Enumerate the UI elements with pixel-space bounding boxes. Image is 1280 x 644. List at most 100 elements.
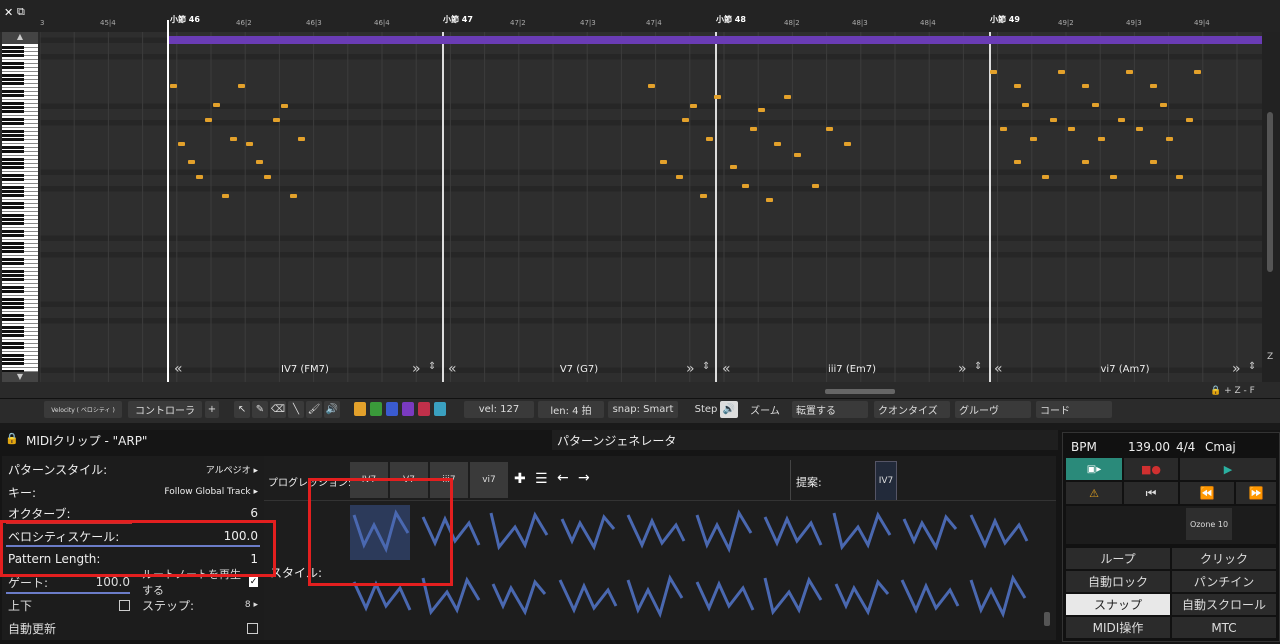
restore-icon[interactable]: ⧉	[17, 5, 25, 19]
style-pattern-icon[interactable]	[489, 570, 549, 620]
scroll-up-icon[interactable]: ▲	[2, 32, 38, 44]
midi-note[interactable]	[844, 142, 851, 146]
midi-note[interactable]	[1186, 118, 1193, 122]
style-pattern-icon[interactable]	[695, 570, 755, 620]
midi-note[interactable]	[794, 153, 801, 157]
playhead[interactable]	[167, 20, 169, 382]
color-swatch[interactable]	[370, 402, 382, 416]
steps-value[interactable]: 8 ▸	[245, 600, 258, 610]
zoom-controls[interactable]: 🔒 + Z - F	[1210, 386, 1255, 396]
punch-in-button[interactable]: パンチイン	[1172, 571, 1276, 592]
step-speaker-icon[interactable]: 🔊	[720, 401, 738, 418]
brush-tool-icon[interactable]: 🖌	[306, 401, 322, 418]
chevron-left-icon[interactable]: «	[994, 361, 1003, 377]
chevron-updown-icon[interactable]: ⇕	[428, 361, 436, 372]
style-pattern-icon[interactable]	[832, 505, 892, 555]
midi-note[interactable]	[273, 118, 280, 122]
rewind-icon[interactable]: ⏪	[1180, 482, 1234, 504]
style-pattern-icon[interactable]	[969, 505, 1029, 555]
midi-note[interactable]	[222, 194, 229, 198]
midi-note[interactable]	[205, 118, 212, 122]
midi-note[interactable]	[1058, 70, 1065, 74]
close-icon[interactable]: ✕	[4, 6, 13, 19]
updown-checkbox[interactable]	[119, 599, 130, 611]
arrow-right-icon[interactable]: →	[578, 470, 590, 486]
chord-segment[interactable]: IV7 (FM7)	[188, 358, 422, 380]
midi-note[interactable]	[1098, 137, 1105, 141]
midi-note[interactable]	[1082, 84, 1089, 88]
snap-field[interactable]: snap: Smart	[608, 401, 678, 418]
midi-note[interactable]	[1000, 127, 1007, 131]
midi-note[interactable]	[1118, 118, 1125, 122]
arrow-left-icon[interactable]: ←	[557, 470, 569, 486]
line-tool-icon[interactable]: ╲	[288, 401, 304, 418]
velocity-lane-button[interactable]: Velocity ( ベロシティ )	[44, 401, 122, 418]
midi-note[interactable]	[706, 137, 713, 141]
chevron-left-icon[interactable]: «	[448, 361, 457, 377]
midi-note[interactable]	[1150, 160, 1157, 164]
midi-note[interactable]	[1110, 175, 1117, 179]
scroll-down-icon[interactable]: ▼	[2, 372, 38, 382]
midi-note[interactable]	[238, 84, 245, 88]
chevron-updown-icon[interactable]: ⇕	[974, 361, 982, 372]
midi-note[interactable]	[1194, 70, 1201, 74]
midi-note[interactable]	[774, 142, 781, 146]
color-swatch[interactable]	[434, 402, 446, 416]
time-signature[interactable]: 4/4	[1176, 440, 1195, 454]
chevron-right-icon[interactable]: »	[686, 361, 695, 377]
color-swatch[interactable]	[354, 402, 366, 416]
chevron-left-icon[interactable]: «	[174, 361, 183, 377]
midi-note[interactable]	[758, 108, 765, 112]
midi-note[interactable]	[1150, 84, 1157, 88]
color-swatch[interactable]	[402, 402, 414, 416]
style-pattern-icon[interactable]	[763, 505, 823, 555]
chord-segment[interactable]: vi7 (Am7)	[1008, 358, 1242, 380]
root-note-checkbox[interactable]: ✓	[249, 577, 258, 587]
controller-dropdown[interactable]: コントローラ	[128, 401, 202, 418]
chevron-updown-icon[interactable]: ⇕	[702, 361, 710, 372]
chevron-left-icon[interactable]: «	[722, 361, 731, 377]
midi-note[interactable]	[298, 137, 305, 141]
warning-icon[interactable]: ⚠	[1066, 482, 1122, 504]
midi-note[interactable]	[178, 142, 185, 146]
midi-note[interactable]	[682, 118, 689, 122]
eraser-tool-icon[interactable]: ⌫	[270, 401, 286, 418]
generator-scrollbar[interactable]	[1044, 612, 1050, 626]
click-button[interactable]: クリック	[1172, 548, 1276, 569]
menu-icon[interactable]: ☰	[535, 471, 548, 487]
midi-note[interactable]	[766, 198, 773, 202]
midi-note[interactable]	[1166, 137, 1173, 141]
chevron-right-icon[interactable]: »	[1232, 361, 1241, 377]
style-pattern-icon[interactable]	[900, 505, 960, 555]
midi-note[interactable]	[1042, 175, 1049, 179]
style-pattern-icon[interactable]	[489, 505, 549, 555]
midi-note[interactable]	[230, 137, 237, 141]
style-pattern-icon[interactable]	[695, 505, 755, 555]
record-button[interactable]: ■●	[1124, 458, 1178, 480]
suggest-chord-button[interactable]: IV7	[875, 461, 897, 501]
style-pattern-icon[interactable]	[626, 505, 686, 555]
octave-value[interactable]: 6	[250, 506, 258, 520]
midi-note[interactable]	[812, 184, 819, 188]
midi-note[interactable]	[1082, 160, 1089, 164]
midi-note[interactable]	[246, 142, 253, 146]
progression-chord-button[interactable]: vi7	[470, 462, 508, 498]
auto-scroll-button[interactable]: 自動スクロール	[1172, 594, 1276, 615]
midi-note[interactable]	[264, 175, 271, 179]
play-button[interactable]: ▶	[1180, 458, 1276, 480]
midi-note[interactable]	[660, 160, 667, 164]
midi-note[interactable]	[700, 194, 707, 198]
midi-note[interactable]	[1014, 84, 1021, 88]
midi-note[interactable]	[742, 184, 749, 188]
color-swatch[interactable]	[386, 402, 398, 416]
midi-note[interactable]	[281, 104, 288, 108]
clip-region-bar[interactable]	[168, 36, 1262, 44]
midi-note[interactable]	[1014, 160, 1021, 164]
loop-button[interactable]: ループ	[1066, 548, 1170, 569]
add-lane-button[interactable]: +	[205, 401, 219, 418]
mtc-button[interactable]: MTC	[1172, 617, 1276, 638]
pattern-style-row[interactable]: パターンスタイル: アルペジオ ▸	[4, 458, 262, 480]
chevron-right-icon[interactable]: »	[958, 361, 967, 377]
color-swatch[interactable]	[418, 402, 430, 416]
style-pattern-icon[interactable]	[900, 570, 960, 620]
